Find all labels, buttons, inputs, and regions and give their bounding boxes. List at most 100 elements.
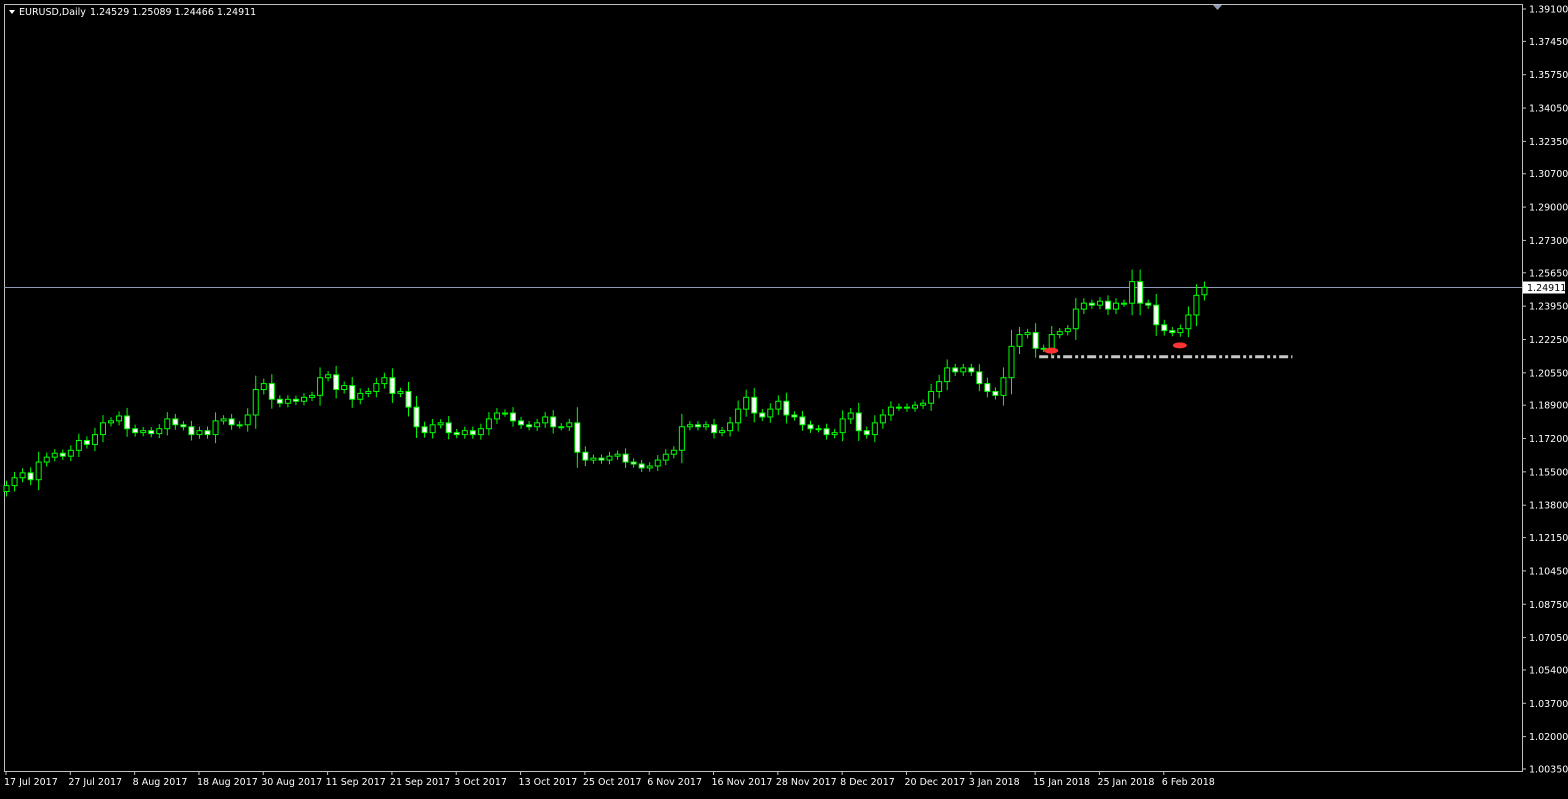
candle-body: [542, 416, 549, 424]
candle-body: [437, 422, 444, 426]
candle-body: [140, 430, 147, 434]
candle-body: [887, 406, 894, 416]
candle-body: [751, 396, 758, 414]
x-tick-label: 17 Jul 2017: [4, 777, 58, 788]
candle-body: [1096, 300, 1103, 306]
candle-body: [244, 414, 251, 426]
candle-body: [268, 383, 275, 400]
candle-body: [1169, 330, 1176, 334]
candle-body: [1064, 328, 1071, 333]
current-price-label: 1.24911: [1527, 283, 1566, 294]
candle-body: [823, 428, 830, 436]
candle-body: [815, 428, 822, 431]
candle-body: [349, 385, 356, 400]
candle-body: [590, 457, 597, 461]
x-tick-label: 13 Oct 2017: [519, 777, 578, 788]
y-tick-label: 1.34050: [1529, 104, 1568, 115]
candle-body: [116, 415, 123, 422]
candle-body: [558, 426, 565, 429]
y-tick-label: 1.03700: [1529, 699, 1568, 710]
candle-body: [204, 430, 211, 436]
candle-body: [839, 418, 846, 434]
x-tick-label: 3 Jan 2018: [969, 777, 1020, 788]
candle-body: [638, 463, 645, 469]
y-tick-label: 1.02000: [1529, 732, 1568, 743]
candle-body: [1080, 302, 1087, 310]
candle-body: [510, 412, 517, 422]
y-tick-label: 1.37450: [1529, 37, 1568, 48]
candle-body: [944, 367, 951, 383]
candle-body: [678, 426, 685, 451]
candle-body: [1024, 332, 1031, 336]
candle-body: [976, 371, 983, 385]
x-tick-label: 3 Oct 2017: [454, 777, 507, 788]
y-tick-label: 1.00350: [1529, 765, 1568, 776]
candle-body: [365, 390, 372, 394]
candle-body: [831, 432, 838, 436]
candle-body: [381, 377, 388, 385]
candle-body: [341, 385, 348, 390]
candle-body: [228, 418, 235, 426]
candle-body: [333, 374, 340, 390]
candle-body: [984, 383, 991, 392]
candle-body: [1121, 302, 1128, 305]
candle-body: [1153, 304, 1160, 326]
candle-body: [694, 424, 701, 428]
candle-body: [148, 430, 155, 435]
candle-body: [895, 406, 902, 409]
chart-window: 1.39100 1.37450 1.35750 1.34050 1.32350 1.307…: [0, 0, 1568, 795]
candle-body: [646, 465, 653, 469]
candle-body: [196, 430, 203, 436]
candle-body: [357, 392, 364, 400]
x-tick-label: 30 Aug 2017: [261, 777, 322, 788]
x-tick-label: 25 Jan 2018: [1097, 777, 1154, 788]
candle-body: [325, 374, 332, 379]
candle-body: [719, 430, 726, 434]
candle-body: [19, 472, 26, 479]
candle-body: [180, 424, 187, 428]
candle-body: [686, 424, 693, 428]
signal-marker: [1172, 342, 1187, 349]
x-tick-label: 11 Sep 2017: [326, 777, 386, 788]
y-tick-label: 1.23950: [1529, 302, 1568, 313]
candle-body: [735, 408, 742, 424]
candle-body: [1008, 345, 1015, 379]
candle-body: [172, 418, 179, 426]
candle-body: [863, 430, 870, 436]
y-tick-label: 1.10450: [1529, 566, 1568, 577]
candle-body: [743, 396, 750, 410]
candle-body: [1048, 334, 1055, 349]
y-tick-label: 1.25650: [1529, 268, 1568, 279]
y-tick-label: 1.39100: [1529, 5, 1568, 16]
candle-body: [1161, 324, 1168, 332]
candle-body: [622, 453, 629, 463]
candle-body: [413, 406, 420, 428]
candle-body: [1137, 281, 1144, 304]
y-tick-label: 1.17200: [1529, 434, 1568, 445]
y-tick-label: 1.22250: [1529, 335, 1568, 346]
candlestick-chart: 1.39100 1.37450 1.35750 1.34050 1.32350 1.307…: [0, 0, 1568, 795]
x-tick-label: 8 Aug 2017: [133, 777, 188, 788]
candle-body: [534, 422, 541, 428]
candle-body: [1193, 294, 1200, 316]
symbol-timeframe-label: EURUSD,Daily: [19, 7, 86, 18]
y-tick-label: 1.05400: [1529, 665, 1568, 676]
x-tick-label: 27 Jul 2017: [68, 777, 122, 788]
candle-body: [276, 398, 283, 404]
x-tick-label: 28 Nov 2017: [776, 777, 837, 788]
candle-body: [759, 412, 766, 418]
ohlc-readout: 1.24529 1.25089 1.24466 1.24911: [90, 7, 256, 18]
candle-body: [855, 412, 862, 432]
candle-body: [574, 422, 581, 453]
candle-body: [767, 408, 774, 418]
candle-body: [775, 400, 782, 410]
x-tick-label: 6 Feb 2018: [1162, 777, 1215, 788]
x-tick-label: 21 Sep 2017: [390, 777, 450, 788]
x-tick-label: 8 Dec 2017: [840, 777, 895, 788]
candle-body: [260, 383, 267, 390]
candle-body: [75, 439, 82, 451]
candle-body: [903, 406, 910, 409]
candle-body: [702, 424, 709, 428]
candle-body: [606, 455, 613, 461]
candle-body: [67, 449, 74, 457]
